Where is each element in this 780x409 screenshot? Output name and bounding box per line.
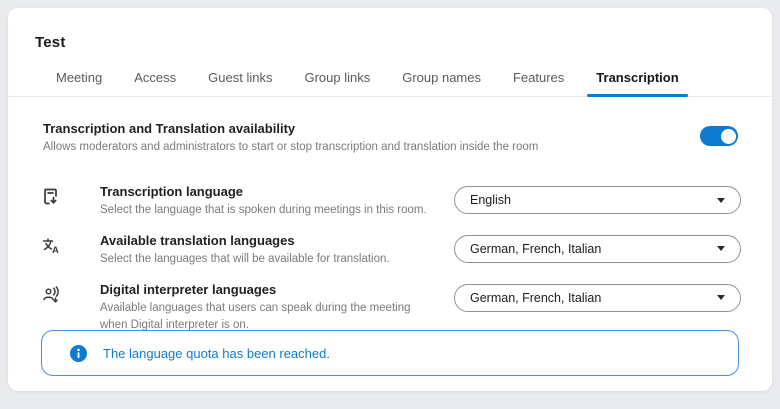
availability-toggle[interactable] xyxy=(700,126,738,146)
dropdown-selected-value: English xyxy=(470,193,511,207)
row-title: Digital interpreter languages xyxy=(100,281,277,297)
interpreter-languages-dropdown[interactable]: German, French, Italian xyxy=(454,283,741,312)
chevron-down-icon xyxy=(717,295,725,301)
tab-meeting[interactable]: Meeting xyxy=(47,63,111,96)
availability-title: Transcription and Translation availabili… xyxy=(43,121,296,136)
tab-transcription[interactable]: Transcription xyxy=(587,63,689,97)
toggle-knob xyxy=(720,128,736,144)
row-description: Select the language that is spoken durin… xyxy=(100,204,427,216)
transcription-language-text: Transcription language Select the langua… xyxy=(100,184,454,220)
chevron-down-icon xyxy=(717,197,725,203)
chevron-down-icon xyxy=(717,246,725,252)
settings-card: Test Meeting Access Guest links Group li… xyxy=(8,8,772,391)
translation-languages-row: A Available translation languages Select… xyxy=(41,233,741,269)
tab-access[interactable]: Access xyxy=(125,63,185,96)
translation-languages-dropdown[interactable]: German, French, Italian xyxy=(454,234,741,263)
tab-guest-links[interactable]: Guest links xyxy=(199,63,281,96)
tab-group-links[interactable]: Group links xyxy=(295,63,379,96)
dropdown-selected-value: German, French, Italian xyxy=(470,241,602,256)
row-title: Transcription language xyxy=(100,184,244,199)
interpreter-languages-text: Digital interpreter languages Available … xyxy=(100,282,454,336)
translate-icon: A xyxy=(41,233,100,256)
settings-rows: Transcription language Select the langua… xyxy=(41,184,741,348)
interpreter-languages-row: Digital interpreter languages Available … xyxy=(41,282,741,336)
tab-bar: Meeting Access Guest links Group links G… xyxy=(8,63,772,97)
dropdown-selected-value: German, French, Italian xyxy=(470,290,602,305)
row-title: Available translation languages xyxy=(100,232,295,248)
alert-message: The language quota has been reached. xyxy=(103,345,330,361)
tab-features[interactable]: Features xyxy=(504,63,573,96)
availability-section: Transcription and Translation availabili… xyxy=(43,121,682,153)
info-icon xyxy=(70,344,87,362)
page-background: { "window": { "title": "Test" }, "colors… xyxy=(0,0,780,409)
transcription-language-row: Transcription language Select the langua… xyxy=(41,184,741,220)
translation-languages-text: Available translation languages Select t… xyxy=(100,233,454,269)
tab-group-names[interactable]: Group names xyxy=(393,63,490,96)
transcription-document-icon xyxy=(41,184,100,207)
row-description: Select the languages that will be availa… xyxy=(100,252,390,265)
transcription-language-dropdown[interactable]: English xyxy=(454,186,741,214)
interpreter-person-voice-icon xyxy=(41,282,100,305)
quota-alert: The language quota has been reached. xyxy=(41,330,739,376)
page-title: Test xyxy=(35,34,66,51)
availability-description: Allows moderators and administrators to … xyxy=(43,141,539,153)
svg-text:A: A xyxy=(52,245,59,256)
